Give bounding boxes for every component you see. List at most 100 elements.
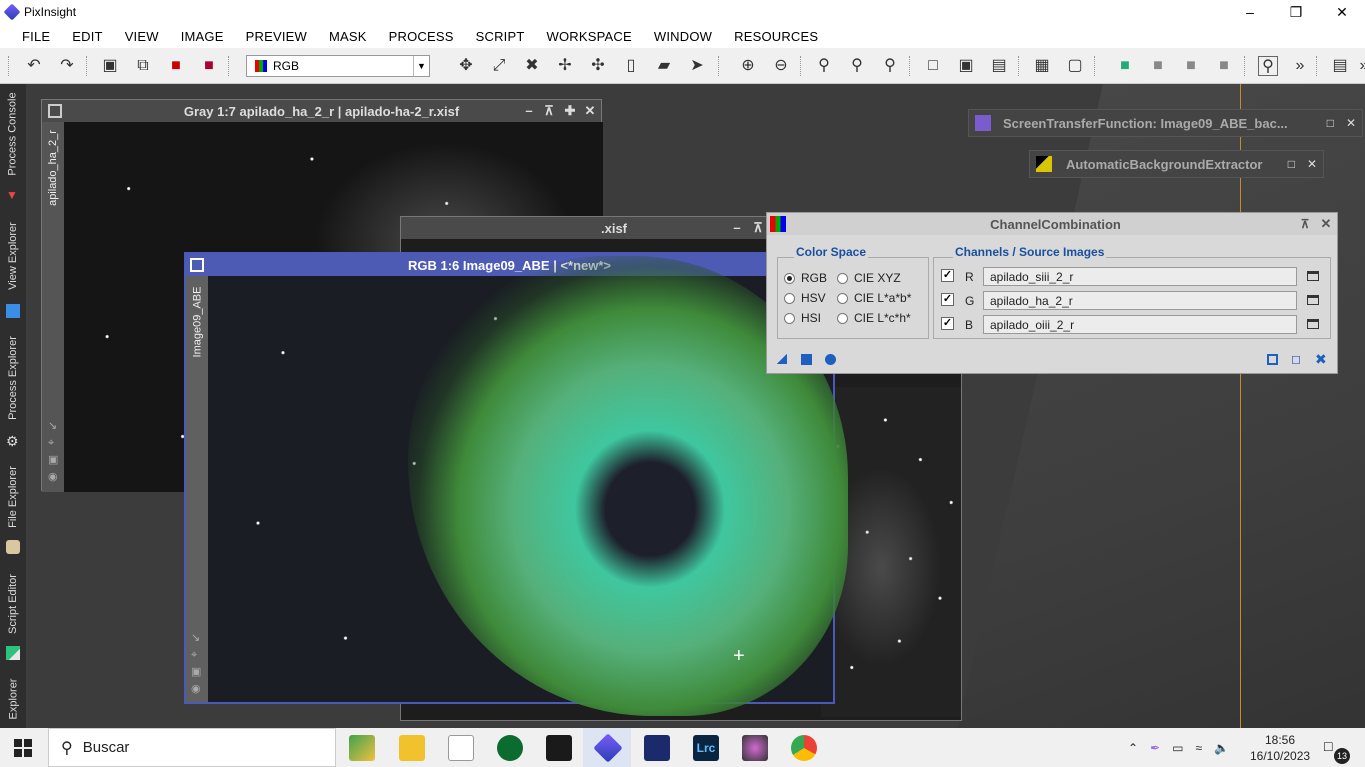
- window-arrange-icon[interactable]: ▤: [989, 56, 1009, 76]
- cascade-icon[interactable]: ▦: [1032, 56, 1052, 76]
- close-window-icon[interactable]: ✕: [1346, 116, 1356, 130]
- channel-b-checkbox[interactable]: ✓: [941, 317, 954, 330]
- channel-g-checkbox[interactable]: ✓: [941, 293, 954, 306]
- readout-icon[interactable]: ✣: [588, 56, 608, 76]
- close-window-icon[interactable]: ✕: [1315, 216, 1337, 232]
- pen-icon[interactable]: ✒: [1150, 741, 1160, 755]
- menu-edit[interactable]: EDIT: [61, 29, 113, 44]
- radio-button[interactable]: [837, 272, 848, 284]
- close-window-icon[interactable]: ✕: [1307, 157, 1317, 171]
- taskbar-file-explorer-icon[interactable]: [399, 735, 425, 761]
- radio-cie-xyz[interactable]: CIE XYZ: [837, 271, 901, 285]
- color-mode-select[interactable]: RGB ▼: [246, 55, 430, 77]
- tab-view-explorer[interactable]: View Explorer: [2, 212, 24, 300]
- apply-icon[interactable]: [825, 354, 836, 365]
- close-window-icon[interactable]: ✕: [582, 102, 598, 120]
- tab-file-explorer[interactable]: File Explorer: [2, 458, 24, 536]
- channel-r-checkbox[interactable]: ✓: [941, 269, 954, 282]
- zoom-in-icon[interactable]: ⊕: [738, 56, 758, 76]
- menu-window[interactable]: WINDOW: [643, 29, 723, 44]
- radio-hsi[interactable]: HSI: [784, 311, 821, 325]
- stf-view-icon[interactable]: ⚲: [1258, 56, 1278, 76]
- menu-script[interactable]: SCRIPT: [465, 29, 536, 44]
- channel-combination-titlebar[interactable]: ChannelCombination ⊼ ✕: [767, 213, 1337, 235]
- radio-hsv[interactable]: HSV: [784, 291, 826, 305]
- select-view-icon[interactable]: [1307, 319, 1319, 329]
- browse-documentation-icon[interactable]: [1267, 354, 1278, 365]
- menu-process[interactable]: PROCESS: [378, 29, 465, 44]
- taskbar-app-purple-icon[interactable]: [742, 735, 768, 761]
- fit-view-icon[interactable]: □: [923, 56, 943, 76]
- shade-icon[interactable]: –: [521, 102, 537, 120]
- radio-rgb[interactable]: RGB: [784, 271, 827, 285]
- zoom-out-icon[interactable]: ⊖: [771, 56, 791, 76]
- radio-button[interactable]: [784, 292, 795, 304]
- radio-button[interactable]: [837, 312, 848, 324]
- zoom-1-1-icon[interactable]: ⚲: [814, 56, 834, 76]
- restore-window-icon[interactable]: □: [1288, 157, 1295, 171]
- rgb-image-canvas[interactable]: +: [208, 256, 848, 716]
- taskbar-chrome-icon[interactable]: [791, 735, 817, 761]
- battery-icon[interactable]: ▭: [1172, 741, 1183, 755]
- menu-preview[interactable]: PREVIEW: [235, 29, 318, 44]
- duplicate-icon[interactable]: ⧉: [133, 56, 153, 76]
- fit-window-icon[interactable]: ▣: [956, 56, 976, 76]
- docking-icon[interactable]: ▤: [1330, 56, 1350, 76]
- tab-explorer[interactable]: Explorer: [2, 670, 24, 728]
- preview-edit-icon[interactable]: ▯: [621, 56, 641, 76]
- taskbar-app-editor-icon[interactable]: [349, 735, 375, 761]
- menu-image[interactable]: IMAGE: [170, 29, 235, 44]
- menu-workspace[interactable]: WORKSPACE: [536, 29, 643, 44]
- toolbar-overflow-icon[interactable]: »: [1290, 56, 1310, 76]
- rgb-window-titlebar[interactable]: RGB 1:6 Image09_ABE | <*new*> –: [186, 254, 833, 276]
- taskbar-lightroom-icon[interactable]: Lrc: [693, 735, 719, 761]
- edit-mask-icon[interactable]: ■: [1148, 56, 1168, 76]
- taskbar-astro-app-icon[interactable]: [644, 735, 670, 761]
- menu-resources[interactable]: RESOURCES: [723, 29, 829, 44]
- channel-combination-window[interactable]: ChannelCombination ⊼ ✕ Color Space RGB H…: [766, 212, 1338, 374]
- move-icon[interactable]: ✢: [555, 56, 575, 76]
- taskbar-app-dark-icon[interactable]: [546, 735, 572, 761]
- zoom-in-mode-icon[interactable]: ✖: [522, 56, 542, 76]
- reset-icon[interactable]: ✖: [1315, 352, 1329, 366]
- menu-mask[interactable]: MASK: [318, 29, 378, 44]
- radio-button[interactable]: [784, 272, 795, 284]
- taskbar-document-icon[interactable]: [448, 735, 474, 761]
- stf-icon-window[interactable]: ScreenTransferFunction: Image09_ABE_bac.…: [968, 109, 1363, 137]
- close-button[interactable]: ✕: [1319, 0, 1365, 24]
- combine-channels-icon[interactable]: ■: [199, 56, 219, 76]
- preview-new-icon[interactable]: ▰: [654, 56, 674, 76]
- radio-cie-lch[interactable]: CIE L*c*h*: [837, 311, 911, 325]
- select-view-icon[interactable]: [1307, 295, 1319, 305]
- maximize-icon[interactable]: ⊼: [541, 102, 557, 120]
- minimize-button[interactable]: –: [1227, 0, 1273, 24]
- tab-process-console[interactable]: Process Console: [2, 86, 24, 182]
- pan-mode-icon[interactable]: ✥: [456, 56, 476, 76]
- zoom-to-fit-icon[interactable]: ⚲: [847, 56, 867, 76]
- maximize-icon[interactable]: ⊼: [750, 219, 766, 237]
- restore-button[interactable]: ❐: [1273, 0, 1319, 24]
- radio-cie-lab[interactable]: CIE L*a*b*: [837, 291, 911, 305]
- channel-g-source-input[interactable]: apilado_ha_2_r: [983, 291, 1297, 310]
- shade-icon[interactable]: –: [729, 219, 745, 237]
- rgb-image-window[interactable]: RGB 1:6 Image09_ABE | <*new*> – Image09_…: [184, 252, 848, 716]
- clock[interactable]: 18:56 16/10/2023: [1250, 732, 1310, 764]
- radio-button[interactable]: [837, 292, 848, 304]
- invert-mask-icon[interactable]: ■: [1181, 56, 1201, 76]
- select-arrow-icon[interactable]: ➤: [687, 56, 707, 76]
- channel-r-source-input[interactable]: apilado_siii_2_r: [983, 267, 1297, 286]
- abe-icon-window[interactable]: AutomaticBackgroundExtractor □ ✕: [1029, 150, 1324, 178]
- redo-icon[interactable]: ↷: [57, 56, 77, 76]
- track-view-icon[interactable]: ◻: [1291, 353, 1303, 365]
- menu-view[interactable]: VIEW: [114, 29, 170, 44]
- extract-channels-icon[interactable]: ■: [166, 56, 186, 76]
- menu-file[interactable]: FILE: [11, 29, 61, 44]
- gray-window-titlebar[interactable]: Gray 1:7 apilado_ha_2_r | apilado-ha-2_r…: [42, 100, 601, 122]
- taskbar-search[interactable]: ⚲ Buscar: [48, 728, 336, 767]
- tab-script-editor[interactable]: Script Editor: [2, 564, 24, 644]
- enable-mask-icon[interactable]: ■: [1214, 56, 1234, 76]
- toolbar-overflow-icon[interactable]: »: [1354, 56, 1365, 76]
- windows-start-icon[interactable]: [14, 739, 32, 757]
- wifi-icon[interactable]: ≈: [1195, 741, 1202, 755]
- new-mask-icon[interactable]: ■: [1115, 56, 1135, 76]
